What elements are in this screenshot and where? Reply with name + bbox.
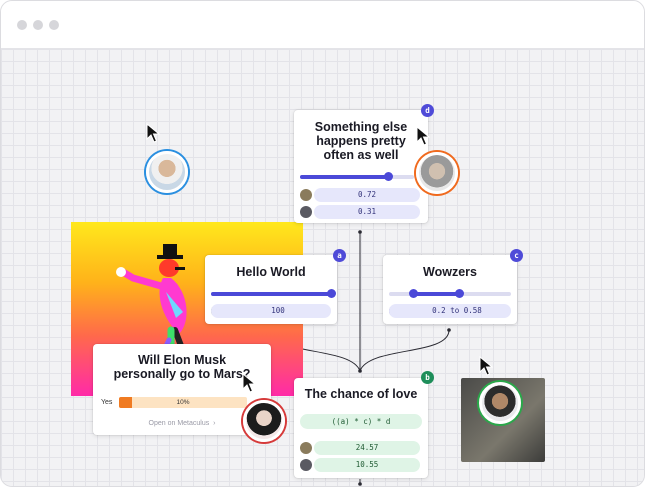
cursor-icon (146, 123, 160, 143)
probability-slider[interactable] (300, 172, 414, 181)
slider-fill (300, 175, 388, 179)
avatar-user-blue (146, 151, 188, 193)
value-pill: 0.72 (314, 188, 420, 202)
avatar-user-red (243, 400, 285, 442)
slider-fill (211, 292, 331, 296)
link-label: Open on Metaculus (148, 420, 210, 427)
cursor-icon (242, 373, 256, 393)
card-chance-of-love[interactable]: The chance of love ((a) * c) * d 24.57 1… (294, 378, 428, 478)
value-pill: 10.55 (314, 458, 420, 472)
avatar-user-orange (416, 152, 458, 194)
card-title: The chance of love (304, 387, 418, 401)
card-title: Hello World (236, 265, 306, 279)
user-avatar-small (300, 442, 312, 454)
card-title: Something else happens pretty often as w… (314, 120, 408, 162)
probability-percent: 10% (176, 399, 190, 406)
card-badge-a: a (333, 249, 346, 262)
card-badge-d: d (421, 104, 434, 117)
formula-pill[interactable]: ((a) * c) * d (300, 414, 422, 429)
card-title: Wowzers (423, 265, 477, 279)
probability-bar: 10% (119, 397, 247, 408)
range-slider[interactable] (389, 289, 511, 298)
value-pill: 0.31 (314, 205, 420, 219)
card-wowzers[interactable]: Wowzers 0.2 to 0.58 (383, 255, 517, 324)
card-something-else[interactable]: Something else happens pretty often as w… (294, 110, 428, 223)
value-pill: 100 (211, 304, 331, 318)
outcome-label: Yes (101, 399, 113, 406)
cursor-icon (416, 126, 430, 146)
slider-knob-low[interactable] (409, 289, 418, 298)
user-avatar-small (300, 206, 312, 218)
slider-knob[interactable] (384, 172, 393, 181)
value-pill: 0.2 to 0.58 (389, 304, 511, 318)
card-badge-c: c (510, 249, 523, 262)
slider-knob[interactable] (327, 289, 336, 298)
cursor-icon (479, 356, 493, 376)
slider-fill (413, 292, 459, 296)
app-window: Something else happens pretty often as w… (0, 0, 645, 487)
value-slider[interactable] (211, 289, 336, 298)
slider-knob-high[interactable] (455, 289, 464, 298)
user-avatar-small (300, 459, 312, 471)
chevron-right-icon: › (211, 420, 216, 427)
user-avatar-small (300, 189, 312, 201)
card-badge-b: b (421, 371, 434, 384)
avatar-user-green (479, 382, 521, 424)
value-pill: 24.57 (314, 441, 420, 455)
card-hello-world[interactable]: Hello World 100 (205, 255, 337, 324)
